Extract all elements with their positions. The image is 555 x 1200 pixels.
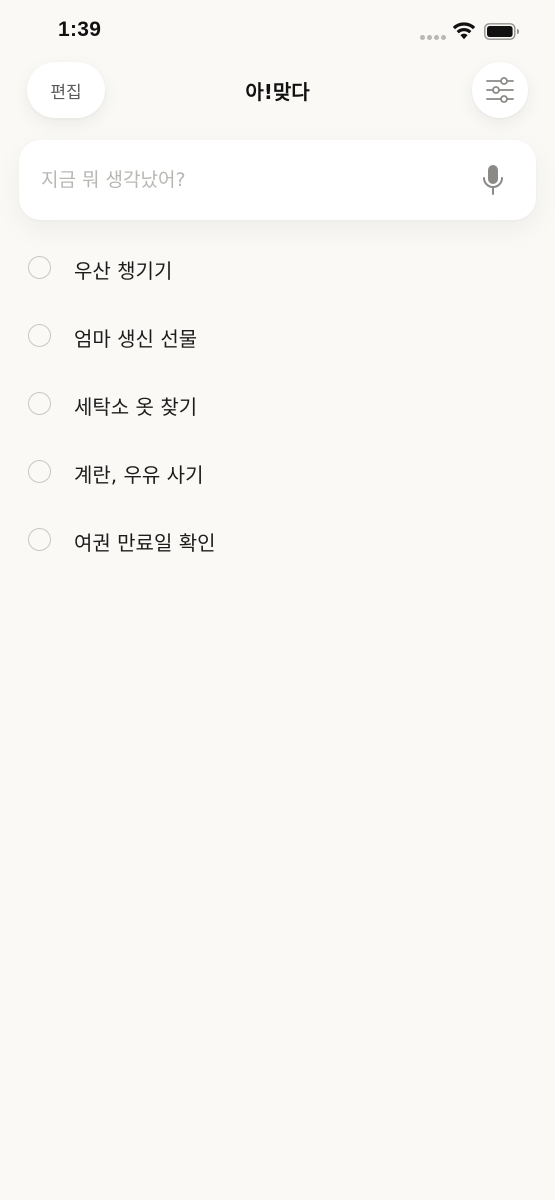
sliders-icon <box>486 77 514 103</box>
status-bar: 1:39 <box>0 0 555 62</box>
todo-checkbox[interactable] <box>28 528 51 551</box>
todo-text: 여권 만료일 확인 <box>74 531 216 555</box>
microphone-icon <box>483 165 503 195</box>
todo-item[interactable]: 엄마 생신 선물 <box>0 303 555 371</box>
todo-text: 세탁소 옷 찾기 <box>74 395 198 419</box>
cellular-signal-icon <box>420 35 448 41</box>
todo-checkbox[interactable] <box>28 392 51 415</box>
todo-item[interactable]: 계란, 우유 사기 <box>0 439 555 507</box>
todo-checkbox[interactable] <box>28 256 51 279</box>
mic-button[interactable] <box>475 162 511 198</box>
todo-item[interactable]: 여권 만료일 확인 <box>0 507 555 575</box>
header: 편집 아!맞다 <box>0 62 555 118</box>
todo-checkbox[interactable] <box>28 460 51 483</box>
quick-add-card <box>19 140 536 220</box>
status-time: 1:39 <box>58 18 102 41</box>
todo-text: 계란, 우유 사기 <box>74 463 204 487</box>
todo-list: 우산 챙기기 엄마 생신 선물 세탁소 옷 찾기 계란, 우유 사기 여권 만료… <box>0 235 555 575</box>
todo-item[interactable]: 우산 챙기기 <box>0 235 555 303</box>
wifi-icon <box>452 22 476 40</box>
todo-text: 엄마 생신 선물 <box>74 327 198 351</box>
battery-icon <box>484 23 519 40</box>
quick-add-input[interactable] <box>41 160 461 200</box>
todo-checkbox[interactable] <box>28 324 51 347</box>
edit-button[interactable]: 편집 <box>27 62 105 118</box>
todo-text: 우산 챙기기 <box>74 259 173 283</box>
todo-item[interactable]: 세탁소 옷 찾기 <box>0 371 555 439</box>
filter-button[interactable] <box>472 62 528 118</box>
